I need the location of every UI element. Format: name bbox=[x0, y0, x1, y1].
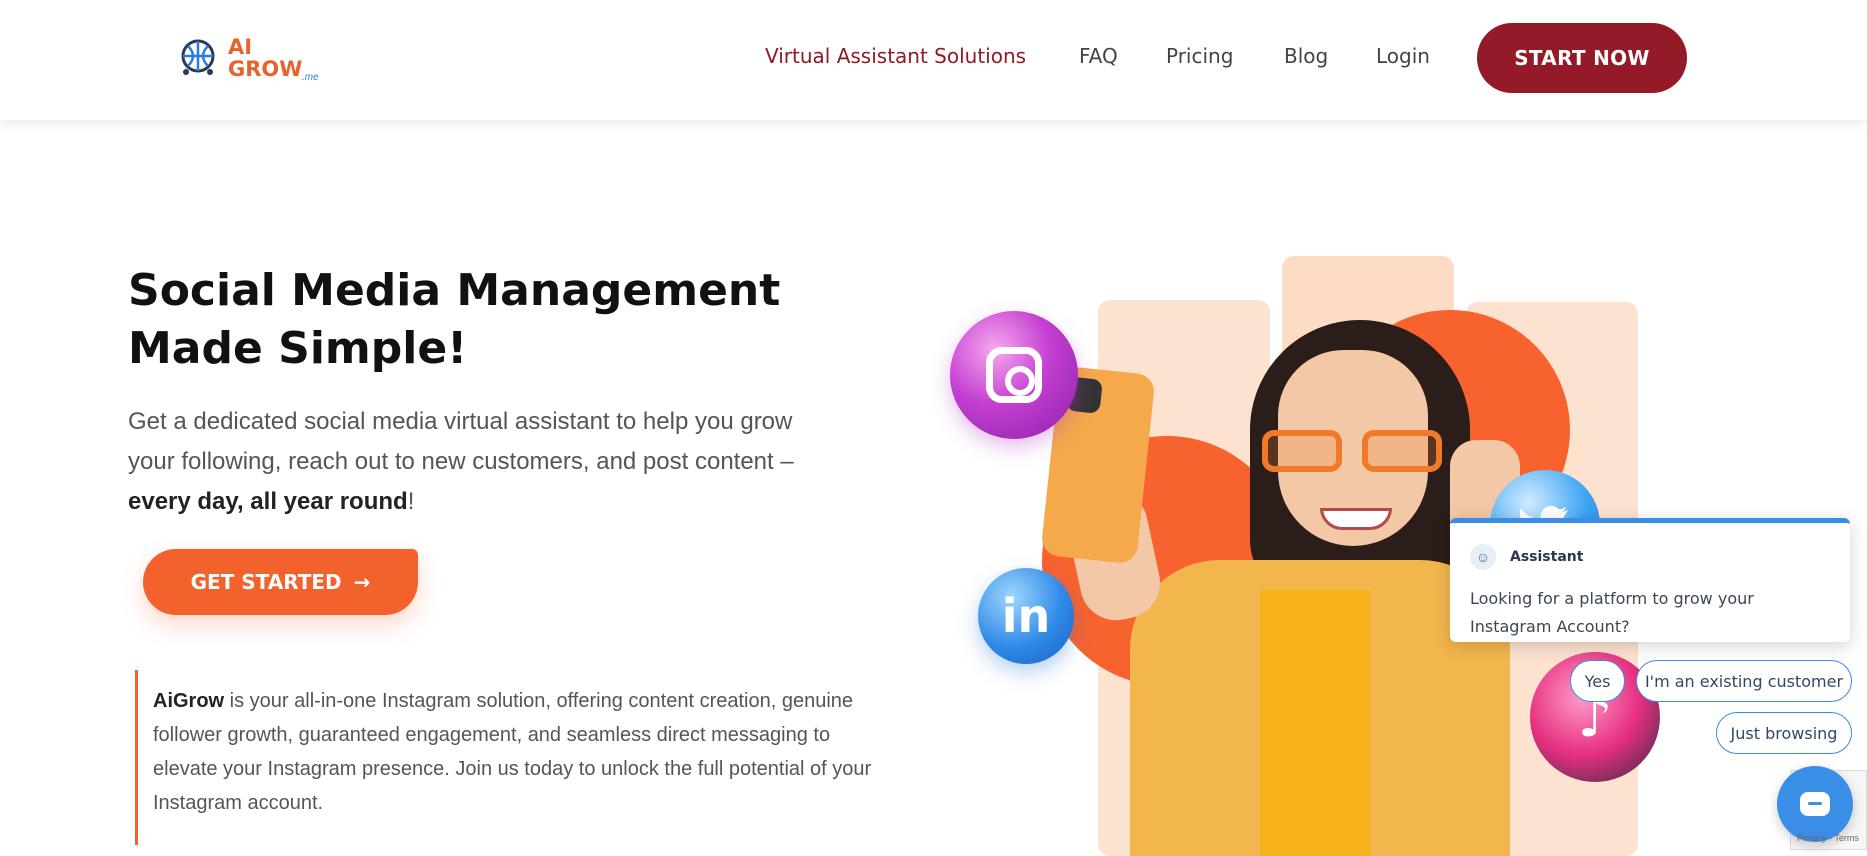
nav-virtual-assistant-solutions[interactable]: Virtual Assistant Solutions bbox=[765, 44, 1026, 68]
glasses-shape bbox=[1262, 430, 1452, 474]
get-started-label: GET STARTED bbox=[190, 570, 342, 594]
arrow-right-icon: → bbox=[353, 570, 371, 594]
chat-launcher-button[interactable] bbox=[1777, 766, 1853, 842]
smile-shape bbox=[1320, 508, 1392, 530]
robot-avatar-icon: ☺ bbox=[1470, 544, 1496, 570]
linkedin-icon: in bbox=[978, 568, 1074, 664]
hero-desc-line-2: your following, reach out to new custome… bbox=[128, 448, 794, 475]
hero-title: Social Media Management Made Simple! bbox=[128, 262, 848, 378]
aigrow-intro-quote: AiGrow is your all-in-one Instagram solu… bbox=[135, 670, 895, 845]
logo-suffix: .me bbox=[302, 72, 319, 83]
quote-text: is your all-in-one Instagram solution, o… bbox=[153, 690, 872, 814]
brain-globe-icon bbox=[181, 39, 215, 75]
recaptcha-links[interactable]: Privacy - Terms bbox=[1797, 833, 1859, 843]
chat-option-just-browsing[interactable]: Just browsing bbox=[1716, 712, 1852, 754]
hero-title-line-2: Made Simple! bbox=[128, 323, 468, 374]
logo-text-ai: AI bbox=[228, 35, 253, 59]
logo-text-grow: GROW bbox=[228, 57, 303, 81]
nav-pricing[interactable]: Pricing bbox=[1166, 44, 1233, 68]
hero-description: Get a dedicated social media virtual ass… bbox=[128, 402, 848, 522]
nav-faq[interactable]: FAQ bbox=[1079, 44, 1118, 68]
hero-desc-line-1: Get a dedicated social media virtual ass… bbox=[128, 408, 793, 435]
start-now-button[interactable]: START NOW bbox=[1477, 23, 1687, 93]
hero-desc-bold: every day, all year round bbox=[128, 488, 408, 515]
get-started-button[interactable]: GET STARTED → bbox=[143, 549, 418, 615]
instagram-icon bbox=[950, 311, 1078, 439]
hero-desc-end: ! bbox=[407, 488, 415, 515]
chat-launcher-icon bbox=[1800, 792, 1830, 816]
aigrow-logo[interactable]: AI GROW .me bbox=[176, 32, 326, 88]
woman-taking-selfie-image bbox=[1040, 310, 1520, 856]
chat-option-existing-customer[interactable]: I'm an existing customer bbox=[1636, 660, 1852, 702]
site-header: AI GROW .me Virtual Assistant Solutions … bbox=[0, 0, 1867, 120]
chat-message-text: Looking for a platform to grow your Inst… bbox=[1470, 589, 1754, 636]
nav-login[interactable]: Login bbox=[1376, 44, 1430, 68]
hero-title-line-1: Social Media Management bbox=[128, 265, 781, 316]
chat-option-yes[interactable]: Yes bbox=[1570, 660, 1625, 702]
chat-assistant-name: Assistant bbox=[1510, 549, 1584, 565]
chat-message-card: ☺ Assistant Looking for a platform to gr… bbox=[1450, 518, 1850, 642]
nav-blog[interactable]: Blog bbox=[1284, 44, 1328, 68]
shirt-shape bbox=[1260, 590, 1370, 856]
quote-brand: AiGrow bbox=[153, 690, 225, 712]
